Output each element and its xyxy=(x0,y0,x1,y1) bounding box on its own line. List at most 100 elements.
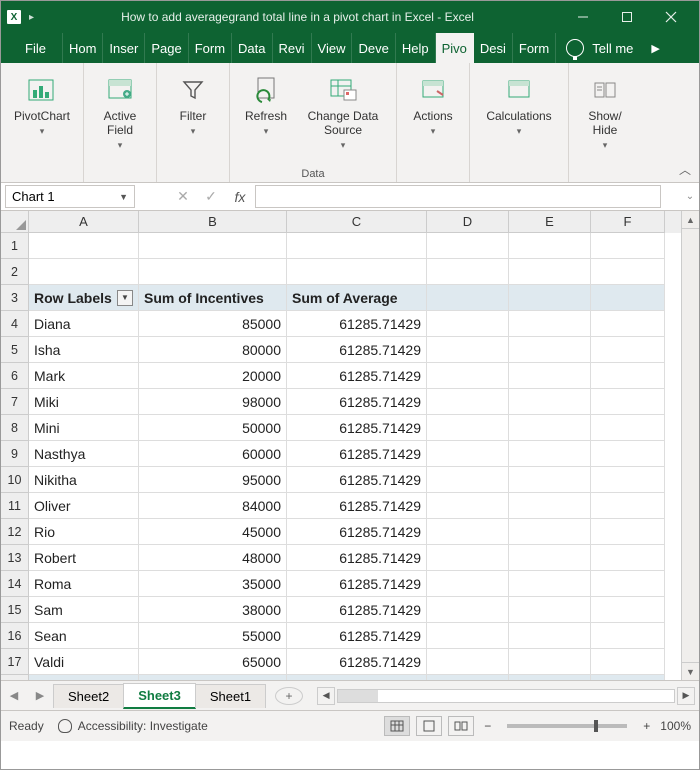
cell[interactable] xyxy=(427,389,509,415)
cell[interactable]: 61285.71429 xyxy=(287,493,427,519)
pivot-col-header[interactable]: Sum of Average xyxy=(287,285,427,311)
horizontal-scrollbar[interactable] xyxy=(337,689,675,703)
cell[interactable] xyxy=(427,623,509,649)
cell[interactable] xyxy=(427,571,509,597)
cell[interactable]: Roma xyxy=(29,571,139,597)
cell[interactable] xyxy=(29,233,139,259)
cell[interactable] xyxy=(591,337,665,363)
cell[interactable] xyxy=(591,311,665,337)
sheet-nav-prev[interactable]: ◀ xyxy=(1,689,27,702)
hscroll-left[interactable]: ◀ xyxy=(317,687,335,705)
filter-dropdown-icon[interactable]: ▼ xyxy=(117,290,133,306)
cell[interactable] xyxy=(509,285,591,311)
tab-help[interactable]: Help xyxy=(396,33,436,63)
col-header-C[interactable]: C xyxy=(287,211,427,233)
cell[interactable] xyxy=(139,233,287,259)
col-header-E[interactable]: E xyxy=(509,211,591,233)
sheet-tab[interactable]: Sheet3 xyxy=(123,683,196,709)
cell[interactable] xyxy=(509,363,591,389)
row-header[interactable]: 4 xyxy=(1,311,29,337)
cell[interactable]: 61285.71429 xyxy=(287,467,427,493)
tab-developer[interactable]: Deve xyxy=(352,33,395,63)
cell[interactable] xyxy=(139,259,287,285)
row-header[interactable]: 1 xyxy=(1,233,29,259)
tab-design[interactable]: Desi xyxy=(474,33,513,63)
show-hide-button[interactable]: Show/ Hide ▾ xyxy=(575,67,635,161)
row-header[interactable]: 14 xyxy=(1,571,29,597)
cell[interactable]: 84000 xyxy=(139,493,287,519)
cell[interactable] xyxy=(509,623,591,649)
cell[interactable]: Sam xyxy=(29,597,139,623)
row-header[interactable]: 5 xyxy=(1,337,29,363)
row-header[interactable]: 18 xyxy=(1,675,29,680)
collapse-ribbon-button[interactable]: ︿ xyxy=(679,161,691,178)
grand-total-label[interactable]: Grand Total xyxy=(29,675,139,680)
cell[interactable]: 61285.71429 xyxy=(287,415,427,441)
cell[interactable] xyxy=(509,259,591,285)
scroll-down-button[interactable]: ▼ xyxy=(682,662,699,680)
enter-formula-button[interactable]: ✓ xyxy=(197,183,225,210)
cell[interactable] xyxy=(427,545,509,571)
cell[interactable] xyxy=(509,545,591,571)
new-sheet-button[interactable]: + xyxy=(275,687,303,705)
tab-data[interactable]: Data xyxy=(232,33,272,63)
filter-button[interactable]: Filter ▾ xyxy=(163,67,223,161)
cell[interactable]: Rio xyxy=(29,519,139,545)
cell[interactable] xyxy=(591,233,665,259)
cell[interactable]: 61285.71429 xyxy=(287,519,427,545)
maximize-button[interactable] xyxy=(605,1,649,33)
cell[interactable] xyxy=(509,337,591,363)
cell[interactable]: 65000 xyxy=(139,649,287,675)
cell[interactable] xyxy=(591,623,665,649)
cell[interactable]: 50000 xyxy=(139,415,287,441)
cell[interactable]: 61285.71429 xyxy=(287,545,427,571)
pivot-row-labels-header[interactable]: Row Labels▼ xyxy=(29,285,139,311)
cell[interactable]: Isha xyxy=(29,337,139,363)
cell[interactable] xyxy=(591,675,665,680)
view-page-layout-button[interactable] xyxy=(416,716,442,736)
zoom-out-button[interactable]: − xyxy=(480,719,495,733)
tab-view[interactable]: View xyxy=(312,33,353,63)
sheet-nav-next[interactable]: ▶ xyxy=(27,689,53,702)
cell[interactable] xyxy=(509,519,591,545)
tab-formulas[interactable]: Form xyxy=(189,33,232,63)
close-button[interactable] xyxy=(649,1,693,33)
cell[interactable] xyxy=(509,493,591,519)
tell-me-search[interactable]: Tell me xyxy=(556,33,643,63)
cell[interactable]: 95000 xyxy=(139,467,287,493)
scroll-up-button[interactable]: ▲ xyxy=(682,211,699,229)
cell[interactable] xyxy=(509,441,591,467)
cell[interactable] xyxy=(591,415,665,441)
cell[interactable]: 80000 xyxy=(139,337,287,363)
row-header[interactable]: 3 xyxy=(1,285,29,311)
row-header[interactable]: 12 xyxy=(1,519,29,545)
cell[interactable] xyxy=(509,389,591,415)
cell[interactable] xyxy=(427,311,509,337)
tab-format[interactable]: Form xyxy=(513,33,556,63)
cell[interactable] xyxy=(591,389,665,415)
chevron-down-icon[interactable]: ▼ xyxy=(119,192,128,202)
cell[interactable]: Robert xyxy=(29,545,139,571)
cell[interactable] xyxy=(427,519,509,545)
zoom-slider[interactable] xyxy=(507,724,627,728)
cell[interactable]: 20000 xyxy=(139,363,287,389)
ribbon-scroll-right[interactable]: ▶ xyxy=(643,33,667,63)
cell[interactable]: Mark xyxy=(29,363,139,389)
row-header[interactable]: 17 xyxy=(1,649,29,675)
cell[interactable]: 61285.71429 xyxy=(287,337,427,363)
tab-insert[interactable]: Inser xyxy=(103,33,145,63)
row-header[interactable]: 16 xyxy=(1,623,29,649)
cell[interactable] xyxy=(591,545,665,571)
change-data-source-button[interactable]: Change Data Source ▾ xyxy=(296,67,390,161)
cell[interactable]: Nikitha xyxy=(29,467,139,493)
cell[interactable]: 48000 xyxy=(139,545,287,571)
col-header-A[interactable]: A xyxy=(29,211,139,233)
cell[interactable] xyxy=(427,597,509,623)
sheet-tab[interactable]: Sheet1 xyxy=(195,684,266,708)
cell[interactable] xyxy=(427,493,509,519)
cell[interactable] xyxy=(509,311,591,337)
cell[interactable] xyxy=(29,259,139,285)
cell[interactable] xyxy=(427,337,509,363)
cell[interactable] xyxy=(591,519,665,545)
cell[interactable]: Oliver xyxy=(29,493,139,519)
